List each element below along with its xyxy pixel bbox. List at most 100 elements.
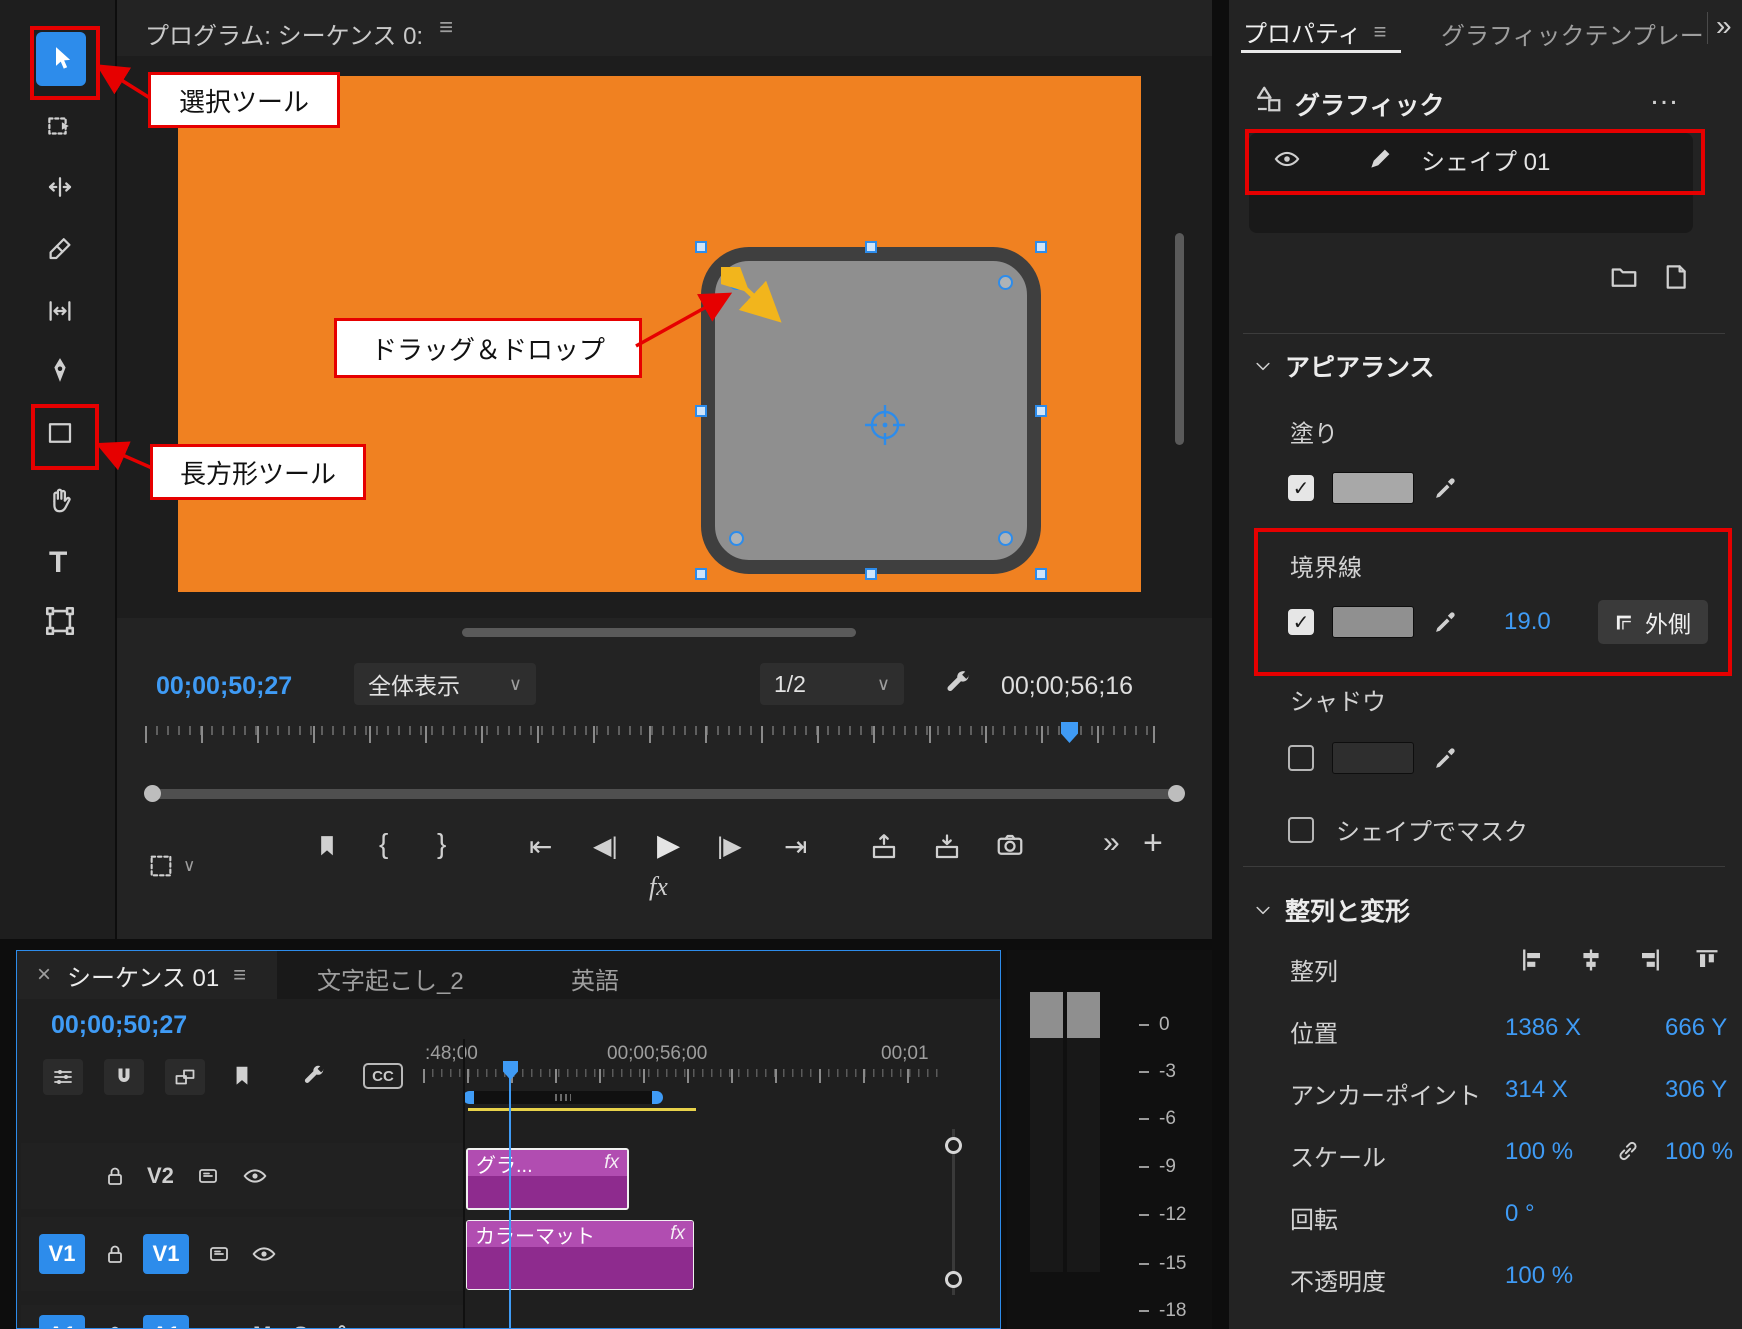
seek-knob-left[interactable]: [144, 785, 161, 802]
anchor-point-icon[interactable]: [861, 401, 909, 449]
new-bin-button[interactable]: [1609, 262, 1639, 292]
shape-handle-br[interactable]: [1035, 568, 1047, 580]
fill-color-swatch[interactable]: [1332, 472, 1414, 504]
timeline-add-marker-button[interactable]: [229, 1063, 255, 1089]
shape-handle-mr[interactable]: [1035, 405, 1047, 417]
anchor-y-value[interactable]: 306 Y: [1665, 1076, 1727, 1104]
position-y-value[interactable]: 666 Y: [1665, 1014, 1727, 1042]
timeline-settings-button[interactable]: [43, 1059, 83, 1095]
eyedropper-icon[interactable]: [1432, 744, 1460, 772]
captions-button[interactable]: CC: [363, 1063, 403, 1089]
extract-button[interactable]: [932, 832, 962, 862]
step-back-button[interactable]: ◀|: [593, 832, 618, 861]
rotation-value[interactable]: 0 °: [1505, 1200, 1535, 1228]
add-marker-button[interactable]: [313, 832, 341, 860]
slip-tool-button[interactable]: [45, 296, 75, 326]
transport-overflow-button[interactable]: »: [1103, 826, 1120, 860]
button-editor-button[interactable]: +: [1143, 824, 1163, 863]
sync-lock-icon[interactable]: [207, 1242, 231, 1266]
shape-handle-tm[interactable]: [865, 241, 877, 253]
align-center-horizontal-icon[interactable]: [1577, 946, 1605, 974]
position-x-value[interactable]: 1386 X: [1505, 1014, 1581, 1042]
shape-handle-bm[interactable]: [865, 568, 877, 580]
hand-tool-button[interactable]: [45, 485, 75, 515]
tab-english[interactable]: 英語: [571, 961, 619, 996]
sync-lock-icon[interactable]: [196, 1164, 220, 1188]
eye-icon[interactable]: [251, 1241, 277, 1267]
panel-menu-icon[interactable]: ≡: [1374, 19, 1387, 45]
shape-01[interactable]: [701, 247, 1041, 574]
panel-overflow-button[interactable]: »: [1716, 10, 1732, 42]
timeline-wrench-button[interactable]: [301, 1063, 327, 1089]
microphone-icon[interactable]: [330, 1323, 354, 1329]
opacity-value[interactable]: 100 %: [1505, 1262, 1573, 1290]
align-top-icon[interactable]: [1693, 946, 1721, 974]
shadow-color-swatch[interactable]: [1332, 742, 1414, 774]
work-area-bar[interactable]: [463, 1091, 663, 1104]
track-v2-label[interactable]: V2: [147, 1163, 174, 1189]
scale-y-value[interactable]: 100 %: [1665, 1138, 1733, 1166]
eyedropper-icon[interactable]: [1432, 474, 1460, 502]
tab-transcript[interactable]: 文字起こし_2: [317, 961, 464, 996]
appearance-section-header[interactable]: アピアランス: [1253, 348, 1435, 384]
pen-tool-button[interactable]: [45, 355, 75, 385]
shape-handle-tl[interactable]: [695, 241, 707, 253]
stroke-enabled-checkbox[interactable]: ✓: [1288, 609, 1314, 635]
global-fx-mute-button[interactable]: fx: [649, 872, 668, 902]
playback-resolution-dropdown[interactable]: 1/2 ∨: [760, 663, 904, 705]
rectangle-tool-button[interactable]: [45, 418, 75, 448]
transform-section-header[interactable]: 整列と変形: [1253, 892, 1410, 928]
track-select-tool-button[interactable]: [45, 111, 75, 141]
track-a1-badge[interactable]: A1: [143, 1315, 189, 1328]
razor-tool-button[interactable]: [45, 233, 75, 263]
work-area-right-handle[interactable]: [652, 1091, 663, 1104]
corner-radius-handle-tr[interactable]: [998, 275, 1013, 290]
play-button[interactable]: ▶: [657, 828, 680, 863]
layer-row-shape-01[interactable]: シェイプ 01: [1249, 133, 1693, 185]
graphic-more-button[interactable]: …: [1649, 78, 1679, 112]
mask-with-shape-checkbox[interactable]: ✓: [1288, 816, 1314, 843]
link-scale-icon[interactable]: [1615, 1138, 1641, 1164]
fit-zoom-dropdown[interactable]: 全体表示 ∨: [354, 663, 536, 705]
seek-knob-right[interactable]: [1168, 785, 1185, 802]
panel-menu-icon[interactable]: ≡: [439, 14, 453, 42]
anchor-x-value[interactable]: 314 X: [1505, 1076, 1568, 1104]
lift-button[interactable]: [869, 832, 899, 862]
program-time-ruler[interactable]: [145, 726, 1157, 750]
mark-in-button[interactable]: {: [379, 828, 388, 860]
snap-toggle-button[interactable]: [104, 1059, 144, 1095]
clip-color-matte[interactable]: カラーマット fx: [466, 1220, 694, 1290]
step-forward-button[interactable]: |▶: [717, 832, 742, 861]
source-v1-badge[interactable]: V1: [39, 1234, 85, 1274]
sync-lock-icon[interactable]: [207, 1323, 231, 1329]
monitor-settings-button[interactable]: [943, 668, 973, 698]
clip-graphic[interactable]: グラ... fx: [466, 1148, 629, 1210]
tab-properties[interactable]: プロパティ ≡: [1243, 14, 1386, 49]
eye-icon[interactable]: [1273, 145, 1301, 173]
panel-menu-icon[interactable]: ≡: [233, 962, 246, 988]
new-layer-button[interactable]: [1659, 262, 1689, 292]
shape-handle-ml[interactable]: [695, 405, 707, 417]
corner-radius-handle-br[interactable]: [998, 531, 1013, 546]
scale-x-value[interactable]: 100 %: [1505, 1138, 1573, 1166]
transform-tool-button[interactable]: [43, 604, 77, 638]
go-to-out-button[interactable]: ⇥: [784, 830, 807, 863]
canvas-h-scrollbar[interactable]: [462, 628, 856, 637]
lock-icon[interactable]: [103, 1242, 127, 1266]
type-tool-button[interactable]: T: [49, 546, 67, 580]
go-to-in-button[interactable]: ⇤: [529, 830, 552, 863]
ripple-edit-tool-button[interactable]: [45, 172, 75, 202]
program-canvas[interactable]: [178, 76, 1141, 592]
eyedropper-icon[interactable]: [1432, 608, 1460, 636]
program-current-timecode[interactable]: 00;00;50;27: [156, 672, 292, 701]
stroke-color-swatch[interactable]: [1332, 606, 1414, 638]
tab-sequence-01[interactable]: × シーケンス 01 ≡: [17, 951, 277, 999]
solo-button[interactable]: S: [293, 1322, 308, 1328]
scrollbar-knob-top[interactable]: [945, 1137, 962, 1154]
lock-icon[interactable]: [103, 1323, 127, 1329]
timeline-timecode[interactable]: 00;00;50;27: [51, 1011, 187, 1040]
canvas-v-scrollbar[interactable]: [1175, 233, 1184, 445]
shape-handle-tr[interactable]: [1035, 241, 1047, 253]
fill-enabled-checkbox[interactable]: ✓: [1288, 475, 1314, 501]
close-icon[interactable]: ×: [37, 961, 51, 989]
